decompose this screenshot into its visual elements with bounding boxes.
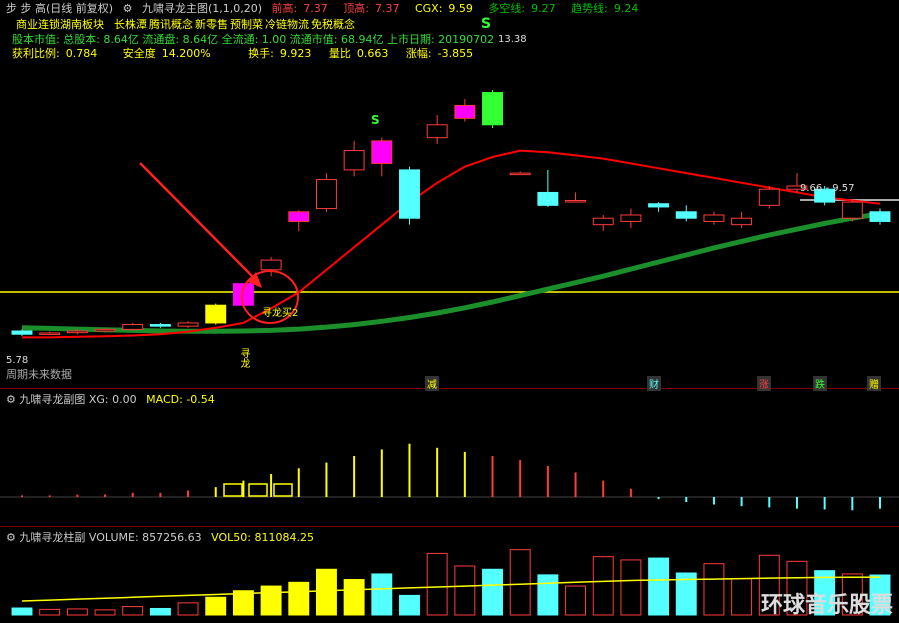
ma-green-line [21, 211, 881, 334]
volume-bar [703, 563, 725, 616]
arrow-shaft [139, 162, 259, 283]
signal-box [273, 483, 293, 497]
volume-bar [288, 581, 310, 616]
event-tag[interactable]: 财 [647, 376, 661, 391]
volume-bar [537, 574, 559, 616]
vol50-label: VOL50: [211, 531, 251, 544]
volume-bar [343, 579, 365, 616]
candle-body [426, 124, 448, 139]
candle-body [288, 211, 310, 222]
candle-body [122, 324, 144, 330]
volume-bar [454, 565, 476, 616]
macd-label: MACD: [146, 393, 183, 406]
volume-bar [122, 606, 144, 616]
volume-bar [731, 578, 753, 616]
volume-bar [205, 596, 227, 616]
xg-value: 0.00 [112, 393, 137, 406]
candle-body [731, 217, 753, 226]
panel-separator [0, 526, 899, 527]
candle-body [482, 92, 503, 126]
gear-icon[interactable]: ⚙ [6, 531, 16, 544]
macd-panel-title: ⚙ 九啸寻龙副图 XG: 0.00 MACD: -0.54 [6, 391, 215, 407]
candle-body [371, 140, 393, 164]
high-price-label: 13.38 [498, 34, 527, 45]
volume-bar [426, 552, 448, 616]
candle-body [869, 211, 891, 222]
candle-body [66, 330, 88, 334]
volume-bar [371, 573, 393, 616]
sell-signal-s: S [371, 113, 380, 127]
xg-label: XG: [88, 393, 109, 406]
volume-bar [620, 559, 642, 616]
volume-bar [177, 602, 199, 616]
candle-body [343, 150, 365, 171]
candle-body [39, 332, 61, 335]
volume-bar [565, 585, 587, 616]
candle-body [94, 328, 116, 332]
candle-body [620, 214, 642, 222]
candle-body [399, 169, 420, 219]
candle-body [454, 104, 476, 119]
sell-signal-s: S [481, 16, 492, 32]
candle-body [758, 188, 780, 206]
event-tag[interactable]: 跌 [813, 376, 827, 391]
candle-body [565, 200, 587, 203]
volume-indicator-name[interactable]: 九啸寻龙柱副 [19, 531, 85, 544]
candle-body [177, 322, 199, 327]
signal-box [223, 483, 243, 497]
volume-bar [149, 607, 171, 616]
volume-label: VOLUME: [88, 531, 139, 544]
gear-icon[interactable]: ⚙ [6, 393, 16, 406]
event-tag[interactable]: 减 [425, 376, 439, 391]
watermark: 环球音乐股票 [760, 593, 893, 618]
volume-bar [260, 585, 282, 616]
macd-value: -0.54 [186, 393, 215, 406]
volume-bar [66, 608, 88, 616]
volume-value: 857256.63 [142, 531, 202, 544]
signal-box [248, 483, 268, 497]
candle-body [537, 191, 559, 206]
volume-bar [592, 556, 614, 616]
candle-body [315, 179, 337, 210]
vol50-value: 811084.25 [254, 531, 314, 544]
volume-bar [315, 568, 337, 616]
candle-body [703, 214, 725, 222]
volume-bar [648, 557, 670, 616]
volume-bar [482, 568, 503, 616]
candle-body [841, 201, 863, 219]
candle-body [675, 211, 697, 219]
event-tag[interactable]: 赠 [867, 376, 881, 391]
volume-bar [94, 609, 116, 616]
candle-body [592, 217, 614, 226]
volume-bar [39, 608, 61, 616]
candle-body [205, 304, 227, 324]
macd-indicator-name[interactable]: 九啸寻龙副图 [19, 393, 85, 406]
volume-bar [11, 607, 33, 616]
range-label: 9.66 - 9.57 [800, 183, 855, 194]
low-price-label: 5.78 [6, 355, 29, 366]
candle-body [509, 172, 531, 176]
candle-body [648, 203, 670, 208]
buy-signal-label: 寻龙买2 [262, 308, 299, 319]
bottom-left-note: 周期未来数据 [6, 368, 72, 381]
volume-panel-title: ⚙ 九啸寻龙柱副 VOLUME: 857256.63 VOL50: 811084… [6, 529, 314, 545]
vertical-signal-label: 寻龙 [238, 348, 249, 368]
event-tag[interactable]: 涨 [757, 376, 771, 391]
candle-body [149, 324, 171, 327]
candle-body [260, 259, 282, 271]
candle-body [11, 330, 33, 335]
volume-bar [399, 594, 420, 616]
volume-bar [509, 549, 531, 616]
